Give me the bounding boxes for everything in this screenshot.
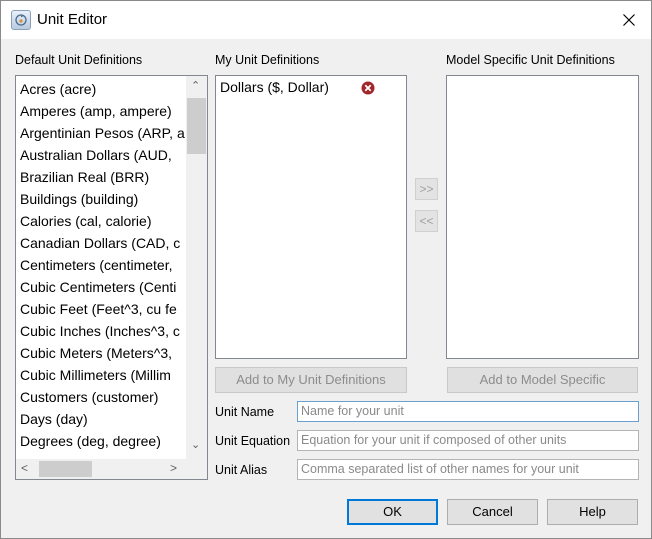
my-units-list[interactable]: Dollars ($, Dollar) (215, 75, 407, 359)
default-unit-item[interactable]: Calories (cal, calorie) (16, 210, 186, 232)
scroll-right-icon[interactable]: > (170, 461, 177, 475)
default-unit-item[interactable]: Days (day) (16, 408, 186, 430)
remove-icon[interactable] (361, 81, 375, 95)
default-units-items: Acres (acre) Amperes (amp, ampere) Argenti… (16, 78, 186, 458)
default-unit-item[interactable]: Cubic Meters (Meters^3, (16, 342, 186, 364)
default-units-list[interactable]: Acres (acre) Amperes (amp, ampere) Argenti… (15, 75, 208, 480)
unit-editor-window: Unit Editor Default Unit Definitions My … (0, 0, 652, 539)
model-units-label: Model Specific Unit Definitions (446, 53, 615, 67)
title-bar: Unit Editor (1, 1, 651, 39)
scrollbar-corner (186, 459, 207, 479)
ok-button[interactable]: OK (347, 499, 438, 525)
my-unit-label: Dollars ($, Dollar) (220, 79, 329, 95)
scroll-left-icon[interactable]: < (21, 461, 28, 475)
close-icon (623, 14, 635, 26)
default-units-label: Default Unit Definitions (15, 53, 143, 67)
add-to-my-units-button[interactable]: Add to My Unit Definitions (215, 367, 407, 393)
default-unit-item[interactable]: Degrees (deg, degree) (16, 430, 186, 452)
model-units-list[interactable] (446, 75, 639, 359)
default-unit-item[interactable]: Argentinian Pesos (ARP, a (16, 122, 186, 144)
close-button[interactable] (613, 7, 645, 33)
default-unit-item[interactable]: Centimeters (centimeter, (16, 254, 186, 276)
move-left-button[interactable]: << (415, 210, 438, 232)
default-unit-item[interactable]: Buildings (building) (16, 188, 186, 210)
app-icon (11, 10, 31, 30)
horizontal-scroll-thumb[interactable] (39, 461, 92, 477)
default-unit-item[interactable]: Canadian Dollars (CAD, c (16, 232, 186, 254)
default-unit-item[interactable]: Cubic Millimeters (Millim (16, 364, 186, 386)
move-right-button[interactable]: >> (415, 178, 438, 200)
scroll-thumb[interactable] (187, 98, 206, 154)
unit-alias-input[interactable]: Comma separated list of other names for … (297, 459, 639, 480)
unit-equation-input[interactable]: Equation for your unit if composed of ot… (297, 430, 639, 451)
unit-equation-label: Unit Equation (215, 434, 291, 448)
help-button[interactable]: Help (547, 499, 638, 525)
default-unit-item[interactable]: Cubic Centimeters (Centi (16, 276, 186, 298)
horizontal-scrollbar[interactable]: < > (16, 459, 186, 479)
window-title: Unit Editor (37, 11, 108, 28)
add-to-model-specific-button[interactable]: Add to Model Specific (447, 367, 638, 393)
unit-name-label: Unit Name (215, 405, 275, 419)
default-unit-item[interactable]: Degrees Fahrenheit (16, 452, 186, 458)
default-unit-item[interactable]: Cubic Inches (Inches^3, c (16, 320, 186, 342)
my-units-label: My Unit Definitions (215, 53, 320, 67)
default-unit-item[interactable]: Acres (acre) (16, 78, 186, 100)
default-unit-item[interactable]: Cubic Feet (Feet^3, cu fe (16, 298, 186, 320)
vertical-scrollbar[interactable]: ⌃ ⌄ (186, 76, 207, 459)
unit-name-input[interactable]: Name for your unit (297, 401, 639, 422)
default-unit-item[interactable]: Brazilian Real (BRR) (16, 166, 186, 188)
scroll-up-icon[interactable]: ⌃ (191, 79, 200, 92)
default-unit-item[interactable]: Amperes (amp, ampere) (16, 100, 186, 122)
unit-alias-label: Unit Alias (215, 463, 268, 477)
scroll-down-icon[interactable]: ⌄ (191, 438, 200, 451)
default-unit-item[interactable]: Customers (customer) (16, 386, 186, 408)
cancel-button[interactable]: Cancel (447, 499, 538, 525)
default-unit-item[interactable]: Australian Dollars (AUD, (16, 144, 186, 166)
